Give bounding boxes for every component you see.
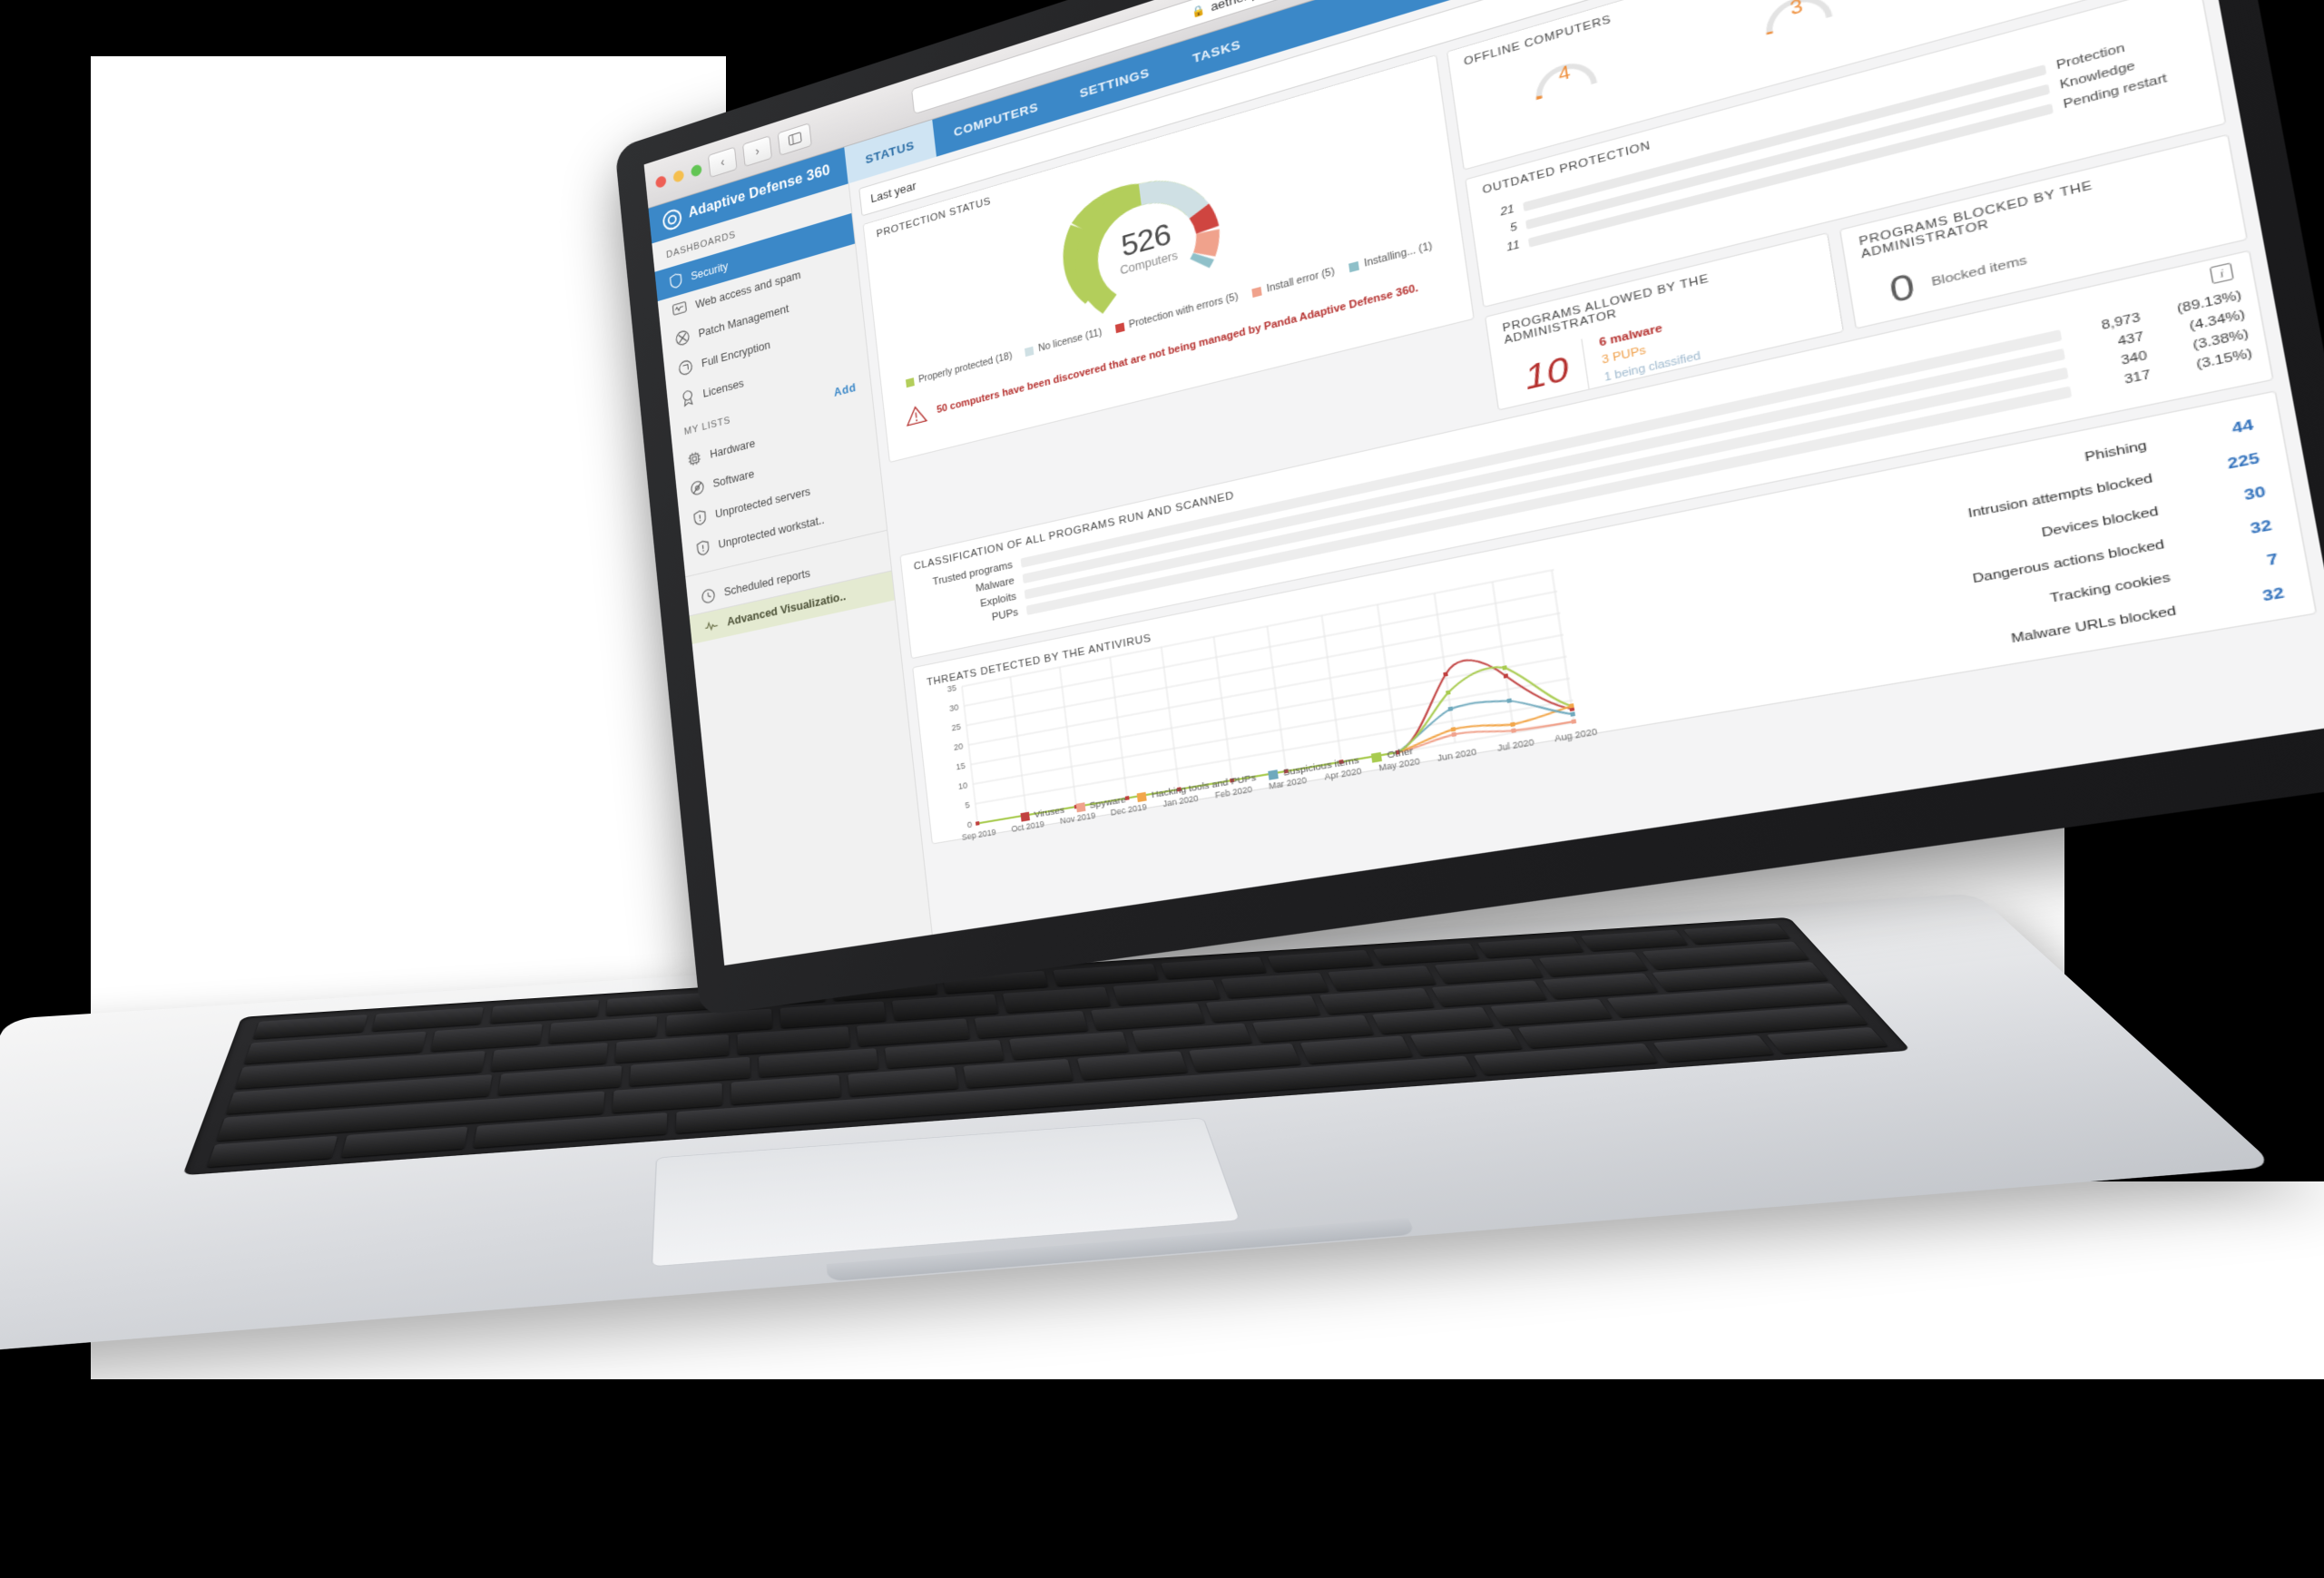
stat-value: 32 bbox=[2260, 583, 2286, 605]
legend-swatch bbox=[905, 377, 915, 388]
maximize-window-button[interactable] bbox=[690, 162, 702, 178]
dashboard-main: Last year ▾ PROTECTION STATUS bbox=[849, 0, 2324, 936]
close-window-button[interactable] bbox=[654, 174, 667, 189]
shield-icon bbox=[669, 272, 682, 290]
legend-swatch bbox=[1025, 346, 1035, 358]
svg-text:0: 0 bbox=[966, 819, 973, 830]
panda-logo-icon bbox=[662, 206, 682, 232]
programs-allowed-count: 10 bbox=[1522, 348, 1572, 397]
backdrop-bottom bbox=[0, 1379, 2324, 1578]
legend-swatch bbox=[1114, 322, 1125, 334]
lock-icon: 🔒 bbox=[1191, 3, 1207, 19]
outdated-value: 21 bbox=[1499, 202, 1515, 219]
patch-icon bbox=[675, 328, 691, 347]
sidebar-item-label: Hardware bbox=[709, 436, 756, 461]
back-button[interactable]: ‹ bbox=[707, 146, 738, 178]
period-filter-value: Last year bbox=[869, 179, 917, 206]
mylists-label: MY LISTS bbox=[683, 415, 731, 438]
svg-text:Oct 2019: Oct 2019 bbox=[1011, 819, 1045, 834]
svg-text:15: 15 bbox=[956, 760, 966, 772]
legend-swatch bbox=[1075, 802, 1085, 813]
sidebar-item-label: Licenses bbox=[701, 377, 745, 400]
forward-button[interactable]: › bbox=[741, 134, 772, 167]
stat-value: 44 bbox=[2230, 415, 2255, 437]
svg-text:35: 35 bbox=[946, 682, 957, 694]
add-list-button[interactable]: Add bbox=[833, 381, 857, 399]
shield-alert-icon bbox=[693, 509, 707, 526]
legend-swatch bbox=[1137, 791, 1148, 802]
stat-value: 32 bbox=[2249, 515, 2273, 537]
clock-icon bbox=[701, 588, 716, 605]
chip-icon bbox=[687, 450, 701, 467]
svg-text:30: 30 bbox=[949, 702, 960, 714]
sidebar-item-label: Software bbox=[712, 467, 755, 491]
programs-blocked-count: 0 bbox=[1886, 265, 1918, 312]
stat-value: 7 bbox=[2265, 549, 2280, 570]
shield-alert-icon bbox=[696, 539, 710, 556]
minimize-window-button[interactable] bbox=[672, 168, 685, 183]
svg-text:10: 10 bbox=[957, 780, 968, 792]
svg-text:20: 20 bbox=[953, 741, 964, 753]
encryption-icon bbox=[678, 358, 693, 377]
svg-text:25: 25 bbox=[951, 721, 962, 733]
svg-text:Sep 2019: Sep 2019 bbox=[962, 828, 997, 842]
pulse-icon bbox=[704, 619, 719, 632]
legend-swatch bbox=[1348, 260, 1360, 273]
programs-blocked-label: Blocked items bbox=[1930, 253, 2028, 289]
sidebar-icon[interactable] bbox=[777, 122, 812, 156]
legend-swatch bbox=[1268, 769, 1279, 780]
monitor-icon bbox=[672, 301, 688, 318]
sidebar-item-label: Security bbox=[690, 259, 729, 283]
stat-value: 30 bbox=[2242, 482, 2268, 505]
outdated-value: 11 bbox=[1505, 239, 1521, 255]
outdated-value: 5 bbox=[1509, 221, 1518, 235]
legend-swatch bbox=[1251, 286, 1262, 298]
svg-text:5: 5 bbox=[965, 799, 971, 810]
badge-icon bbox=[681, 388, 694, 407]
screen: ‹ › 🔒 aether.pandasecurity.com ↻ bbox=[643, 0, 2324, 965]
stat-value: 225 bbox=[2226, 448, 2261, 473]
legend-swatch bbox=[1371, 751, 1383, 763]
legend-swatch bbox=[1020, 811, 1030, 822]
warning-triangle-icon bbox=[904, 403, 927, 427]
disc-icon bbox=[690, 479, 704, 496]
